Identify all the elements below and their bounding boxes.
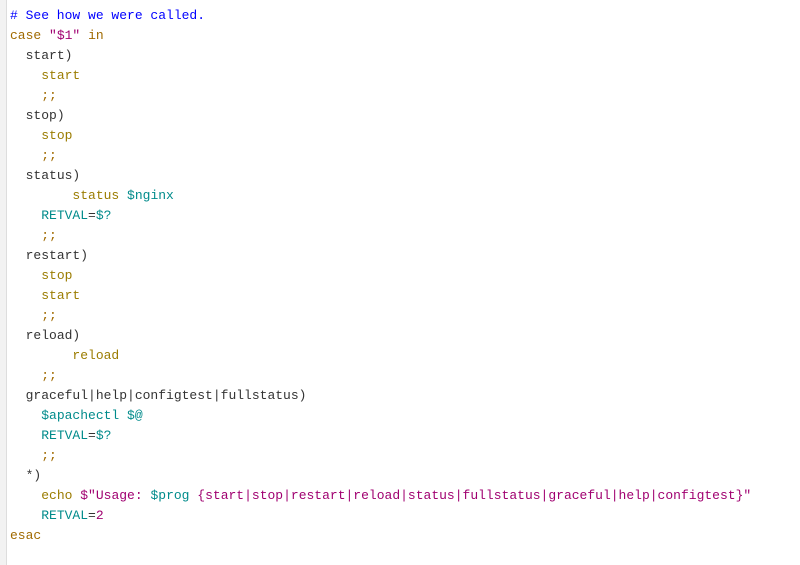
cmd-status: status [72, 188, 119, 203]
cmd-stop: stop [41, 128, 72, 143]
var-exitq: $? [96, 208, 112, 223]
eq: = [88, 508, 96, 523]
code-comment: # See how we were called. [10, 8, 205, 23]
var-apachectl: $apachectl [41, 408, 119, 423]
dsemi: ;; [41, 368, 57, 383]
cmd-echo: echo [41, 488, 72, 503]
var-exitq: $? [96, 428, 112, 443]
var-retval: RETVAL [41, 208, 88, 223]
rparen: ) [57, 108, 65, 123]
var-nginx: $nginx [127, 188, 174, 203]
case-label-start: start [26, 48, 65, 63]
editor-gutter [0, 0, 7, 565]
cmd-start: start [41, 68, 80, 83]
case-label-status: status [26, 168, 73, 183]
dsemi: ;; [41, 308, 57, 323]
keyword-esac: esac [10, 528, 41, 543]
case-label-stop: stop [26, 108, 57, 123]
rparen: ) [33, 468, 41, 483]
var-retval: RETVAL [41, 508, 88, 523]
keyword-case: case [10, 28, 41, 43]
eq: = [88, 428, 96, 443]
var-retval: RETVAL [41, 428, 88, 443]
var-atargs: $@ [127, 408, 143, 423]
dsemi: ;; [41, 88, 57, 103]
rparen: ) [299, 388, 307, 403]
cmd-start: start [41, 288, 80, 303]
rparen: ) [80, 248, 88, 263]
cmd-reload: reload [72, 348, 119, 363]
dsemi: ;; [41, 448, 57, 463]
keyword-in: in [88, 28, 104, 43]
eq: = [88, 208, 96, 223]
case-label-restart: restart [26, 248, 81, 263]
dsemi: ;; [41, 148, 57, 163]
rparen: ) [72, 328, 80, 343]
case-arg: "$1" [49, 28, 80, 43]
dsemi: ;; [41, 228, 57, 243]
usage-body: {start|stop|restart|reload|status|fullst… [189, 488, 751, 503]
case-label-multi: graceful|help|configtest|fullstatus [26, 388, 299, 403]
case-label-reload: reload [26, 328, 73, 343]
code-editor[interactable]: # See how we were called. case "$1" in s… [0, 0, 800, 565]
usage-pre: $"Usage: [80, 488, 150, 503]
rparen: ) [72, 168, 80, 183]
var-prog: $prog [150, 488, 189, 503]
cmd-stop: stop [41, 268, 72, 283]
rparen: ) [65, 48, 73, 63]
num-2: 2 [96, 508, 104, 523]
